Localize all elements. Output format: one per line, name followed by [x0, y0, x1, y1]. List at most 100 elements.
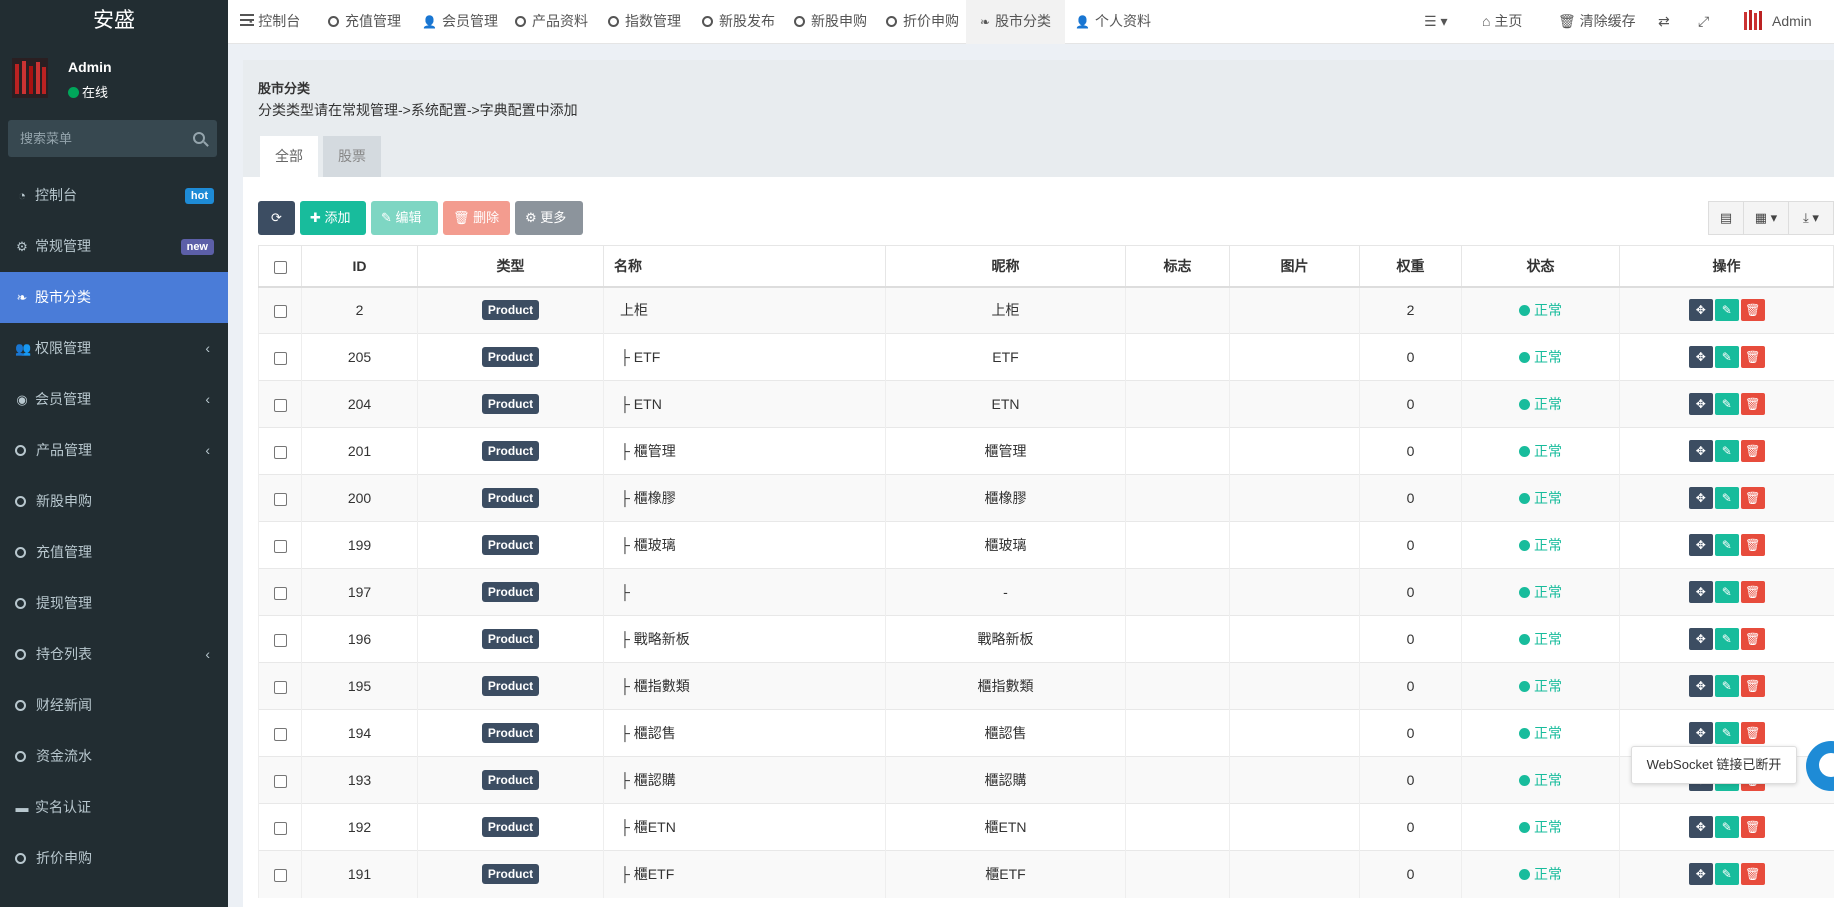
table-row[interactable]: 205 Product ├ ETF ETF 0 正常 ✥ ✎ 🗑 — [258, 333, 1834, 381]
row-delete-button[interactable]: 🗑 — [1740, 534, 1765, 556]
table-row[interactable]: 204 Product ├ ETN ETN 0 正常 ✥ ✎ 🗑 — [258, 380, 1834, 428]
row-delete-button[interactable]: 🗑 — [1740, 628, 1765, 650]
row-checkbox[interactable] — [273, 680, 287, 694]
row-checkbox[interactable] — [273, 539, 287, 553]
language-icon[interactable]: ⇄ — [1658, 0, 1670, 44]
refresh-button[interactable]: ⟳ — [258, 201, 295, 235]
row-edit-button[interactable]: ✎ — [1714, 393, 1739, 415]
fullscreen-icon[interactable]: ⤢ — [1698, 0, 1709, 44]
brand-logo[interactable]: 安盛 — [0, 0, 228, 42]
row-edit-button[interactable]: ✎ — [1714, 487, 1739, 509]
col-id[interactable]: ID — [301, 245, 418, 288]
sidebar-item-3[interactable]: 👥 权限管理 ‹ — [0, 323, 228, 374]
row-delete-button[interactable]: 🗑 — [1740, 863, 1765, 886]
sidebar-item-4[interactable]: ◉ 会员管理 ‹ — [0, 374, 228, 425]
row-delete-button[interactable]: 🗑 — [1740, 393, 1765, 415]
table-row[interactable]: 199 Product ├ 櫃玻璃 櫃玻璃 0 正常 ✥ ✎ 🗑 — [258, 521, 1834, 569]
drag-button[interactable]: ✥ — [1688, 863, 1713, 886]
tab-stock[interactable]: 股票 — [323, 136, 381, 177]
table-row[interactable]: 191 Product ├ 櫃ETF 櫃ETF 0 正常 ✥ ✎ 🗑 — [258, 850, 1834, 898]
more-button[interactable]: ⚙ 更多 — [515, 201, 583, 235]
sidebar-item-8[interactable]: 提现管理 — [0, 578, 228, 629]
sidebar-item-2[interactable]: ❧ 股市分类 — [0, 272, 228, 323]
table-row[interactable]: 195 Product ├ 櫃指數類 櫃指數類 0 正常 ✥ ✎ 🗑 — [258, 662, 1834, 710]
sidebar-item-5[interactable]: 产品管理 ‹ — [0, 425, 228, 476]
table-row[interactable]: 194 Product ├ 櫃認售 櫃認售 0 正常 ✥ ✎ 🗑 — [258, 709, 1834, 757]
table-row[interactable]: 193Product├ 櫃認購櫃認購0正常✥✎🗑 — [258, 756, 1834, 804]
row-edit-button[interactable]: ✎ — [1714, 722, 1739, 744]
drag-button[interactable]: ✥ — [1688, 675, 1713, 697]
edit-button[interactable]: ✎ 编辑 — [371, 201, 438, 235]
nav-tab-7[interactable]: 折价申购 — [886, 0, 959, 44]
drag-button[interactable]: ✥ — [1688, 299, 1713, 322]
row-edit-button[interactable]: ✎ — [1714, 816, 1739, 838]
columns-button[interactable]: ▦ ▾ — [1743, 201, 1789, 235]
nav-tab-0[interactable]: ◔ 控制台 — [246, 0, 300, 44]
select-all-checkbox[interactable] — [273, 260, 287, 274]
nav-clear-cache[interactable]: 🗑 清除缓存 — [1558, 0, 1636, 44]
row-checkbox[interactable] — [273, 492, 287, 506]
sidebar-item-13[interactable]: 折价申购 — [0, 833, 228, 884]
drag-button[interactable]: ✥ — [1688, 534, 1713, 556]
nav-tab-5[interactable]: 新股发布 — [702, 0, 775, 44]
nav-tab-3[interactable]: 产品资料 — [515, 0, 588, 44]
add-button[interactable]: ✚ 添加 — [300, 201, 366, 235]
nav-tab-9[interactable]: 👤 个人资料 — [1075, 0, 1151, 44]
nav-tab-4[interactable]: 指数管理 — [608, 0, 681, 44]
row-edit-button[interactable]: ✎ — [1714, 628, 1739, 650]
delete-button[interactable]: 🗑 删除 — [443, 201, 510, 235]
search-icon[interactable] — [193, 132, 205, 144]
row-delete-button[interactable]: 🗑 — [1740, 581, 1765, 603]
export-button[interactable]: ⤓ ▾ — [1788, 201, 1834, 235]
row-delete-button[interactable]: 🗑 — [1740, 675, 1765, 697]
table-row[interactable]: 201 Product ├ 櫃管理 櫃管理 0 正常 ✥ ✎ 🗑 — [258, 427, 1834, 475]
sidebar-item-10[interactable]: 财经新闻 — [0, 680, 228, 731]
col-nickname[interactable]: 昵称 — [885, 245, 1126, 288]
col-image[interactable]: 图片 — [1229, 245, 1360, 288]
sidebar-item-6[interactable]: 新股申购 — [0, 476, 228, 527]
row-checkbox[interactable] — [273, 633, 287, 647]
nav-admin[interactable]: Admin — [1742, 0, 1812, 44]
row-edit-button[interactable]: ✎ — [1714, 675, 1739, 697]
row-checkbox[interactable] — [273, 869, 287, 883]
drag-button[interactable]: ✥ — [1688, 440, 1713, 462]
row-delete-button[interactable]: 🗑 — [1740, 346, 1765, 368]
sidebar-item-9[interactable]: 持仓列表 ‹ — [0, 629, 228, 680]
row-delete-button[interactable]: 🗑 — [1740, 440, 1765, 462]
row-checkbox[interactable] — [273, 351, 287, 365]
row-edit-button[interactable]: ✎ — [1714, 299, 1739, 322]
row-edit-button[interactable]: ✎ — [1714, 534, 1739, 556]
sidebar-item-12[interactable]: ▬ 实名认证 — [0, 782, 228, 833]
table-row[interactable]: 200 Product ├ 櫃橡膠 櫃橡膠 0 正常 ✥ ✎ 🗑 — [258, 474, 1834, 522]
table-row[interactable]: 197 Product ├ - 0 正常 ✥ ✎ 🗑 — [258, 568, 1834, 616]
drag-button[interactable]: ✥ — [1688, 393, 1713, 415]
sidebar-item-11[interactable]: 资金流水 — [0, 731, 228, 782]
row-delete-button[interactable]: 🗑 — [1740, 722, 1765, 744]
row-checkbox[interactable] — [273, 398, 287, 412]
table-row[interactable]: 2 Product 上柜 上柜 2 正常 ✥ ✎ 🗑 — [258, 286, 1834, 334]
row-edit-button[interactable]: ✎ — [1714, 440, 1739, 462]
col-weight[interactable]: 权重 — [1359, 245, 1462, 288]
col-status[interactable]: 状态 — [1461, 245, 1620, 288]
table-row[interactable]: 196 Product ├ 戰略新板 戰略新板 0 正常 ✥ ✎ 🗑 — [258, 615, 1834, 663]
row-checkbox[interactable] — [273, 774, 287, 788]
col-type[interactable]: 类型 — [417, 245, 604, 288]
table-row[interactable]: 192 Product ├ 櫃ETN 櫃ETN 0 正常 ✥ ✎ 🗑 — [258, 803, 1834, 851]
tab-all[interactable]: 全部 — [260, 136, 318, 177]
nav-home-link[interactable]: ⌂ 主页 — [1482, 0, 1522, 44]
drag-button[interactable]: ✥ — [1688, 816, 1713, 838]
col-flag[interactable]: 标志 — [1125, 245, 1230, 288]
row-checkbox[interactable] — [273, 305, 287, 319]
col-name[interactable]: 名称 — [603, 245, 886, 288]
row-checkbox[interactable] — [273, 727, 287, 741]
drag-button[interactable]: ✥ — [1688, 487, 1713, 509]
nav-tab-1[interactable]: 充值管理 — [328, 0, 401, 44]
nav-tab-2[interactable]: 👤 会员管理 — [422, 0, 498, 44]
sidebar-item-1[interactable]: ⚙ 常规管理 new — [0, 221, 228, 272]
drag-button[interactable]: ✥ — [1688, 628, 1713, 650]
row-edit-button[interactable]: ✎ — [1714, 346, 1739, 368]
sidebar-item-7[interactable]: 充值管理 — [0, 527, 228, 578]
row-edit-button[interactable]: ✎ — [1714, 581, 1739, 603]
toggle-view-button[interactable]: ▤ — [1708, 201, 1744, 235]
drag-button[interactable]: ✥ — [1688, 346, 1713, 368]
